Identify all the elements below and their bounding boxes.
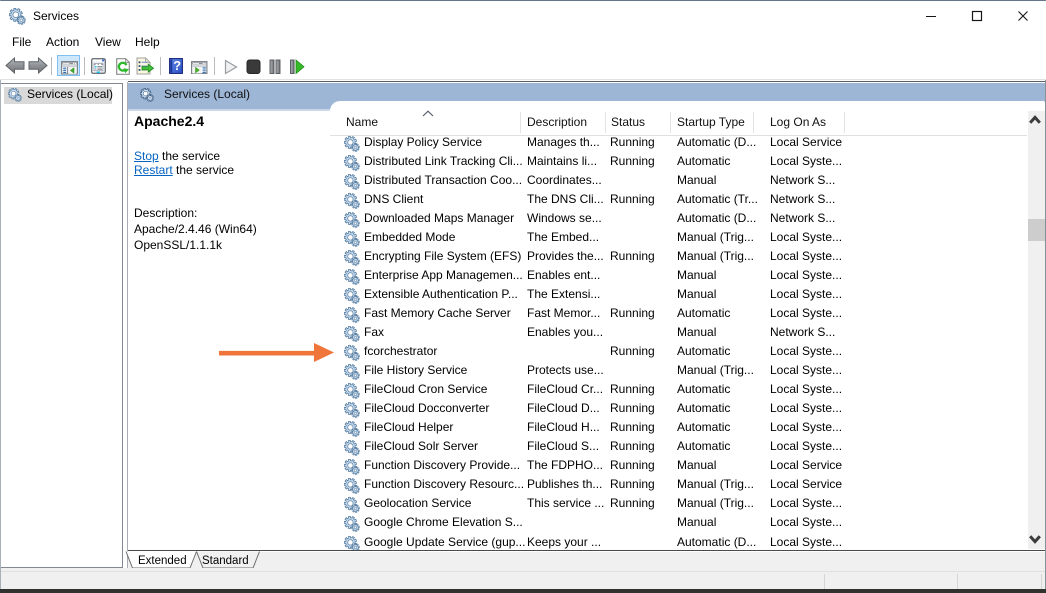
svg-text:?: ?: [173, 59, 181, 73]
svg-text:Standard: Standard: [202, 555, 249, 567]
svg-text:Extended: Extended: [138, 555, 187, 567]
